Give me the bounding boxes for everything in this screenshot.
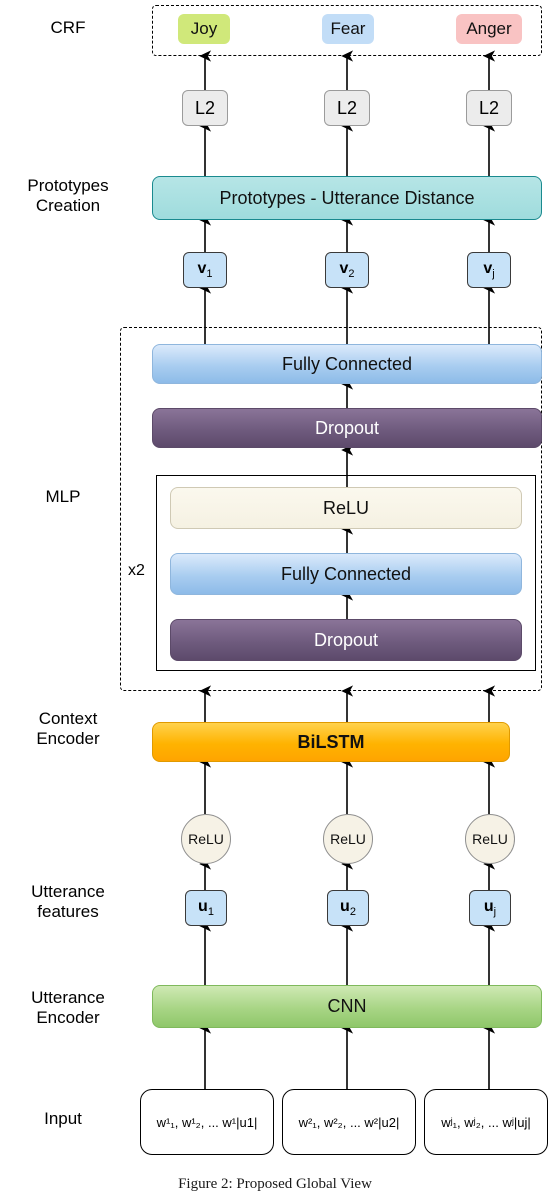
prototype-vector-box-1[interactable]: v1 (183, 252, 227, 288)
mlp-dropout-outer[interactable]: Dropout (152, 408, 542, 448)
mlp-relu-inner[interactable]: ReLU (170, 487, 522, 529)
utterance-feature-box-2[interactable]: u2 (327, 890, 369, 926)
prototype-vector-box-2[interactable]: v2 (325, 252, 369, 288)
utterance-feature-box-1[interactable]: u1 (185, 890, 227, 926)
relu-circle-3[interactable]: ReLU (465, 814, 515, 864)
input-token-text: w²₁, w²₂, ... w²|u2| (298, 1114, 400, 1130)
mlp-fully-connected-outer[interactable]: Fully Connected (152, 344, 542, 384)
prototype-vector-symbol: v (483, 259, 493, 277)
stage-label-utterance-features: Utterance features (31, 882, 105, 921)
l2-norm-box-1[interactable]: L2 (182, 90, 228, 126)
l2-norm-box-2[interactable]: L2 (324, 90, 370, 126)
relu-circle-1[interactable]: ReLU (181, 814, 231, 864)
emotion-chip-anger[interactable]: Anger (456, 14, 522, 44)
input-token-box-1[interactable]: w¹₁, w¹₂, ... w¹|u1| (140, 1089, 274, 1155)
utterance-feature-symbol: u (198, 897, 208, 915)
mlp-fully-connected-inner[interactable]: Fully Connected (170, 553, 522, 595)
bilstm-bar[interactable]: BiLSTM (152, 722, 510, 762)
mlp-repeat-count-label: x2 (128, 562, 145, 579)
prototype-vector-box-3[interactable]: vj (467, 252, 511, 288)
stage-label-crf: CRF (50, 18, 86, 37)
utterance-feature-subscript: j (493, 906, 497, 919)
utterance-feature-box-3[interactable]: uj (469, 890, 511, 926)
diagram-canvas: CRF Prototypes Creation MLP Context Enco… (0, 0, 550, 1192)
emotion-chip-fear[interactable]: Fear (322, 14, 374, 44)
stage-label-context-encoder: Context Encoder (36, 709, 100, 748)
input-token-box-2[interactable]: w²₁, w²₂, ... w²|u2| (282, 1089, 416, 1155)
prototype-vector-subscript: 2 (348, 268, 355, 281)
utterance-feature-subscript: 1 (207, 906, 214, 919)
relu-circle-2[interactable]: ReLU (323, 814, 373, 864)
prototype-vector-subscript: j (492, 268, 495, 281)
figure-caption: Figure 2: Proposed Global View (178, 1176, 372, 1192)
prototypes-utterance-distance-bar[interactable]: Prototypes - Utterance Distance (152, 176, 542, 220)
input-token-text: wʲ₁, wʲ₂, ... wʲ|uj| (441, 1114, 531, 1130)
utterance-feature-symbol: u (483, 897, 494, 915)
emotion-chip-joy[interactable]: Joy (178, 14, 230, 44)
input-token-text: w¹₁, w¹₂, ... w¹|u1| (156, 1114, 258, 1130)
stage-label-utterance-encoder: Utterance Encoder (31, 988, 105, 1027)
input-token-box-3[interactable]: wʲ₁, wʲ₂, ... wʲ|uj| (424, 1089, 548, 1155)
utterance-feature-subscript: 2 (349, 906, 356, 919)
l2-norm-box-3[interactable]: L2 (466, 90, 512, 126)
prototype-vector-subscript: 1 (206, 268, 213, 281)
stage-label-input: Input (44, 1109, 82, 1128)
cnn-bar[interactable]: CNN (152, 985, 542, 1028)
utterance-feature-symbol: u (340, 897, 350, 915)
stage-label-prototypes-creation: Prototypes Creation (27, 176, 109, 215)
mlp-dropout-inner[interactable]: Dropout (170, 619, 522, 661)
stage-label-mlp: MLP (45, 487, 81, 506)
